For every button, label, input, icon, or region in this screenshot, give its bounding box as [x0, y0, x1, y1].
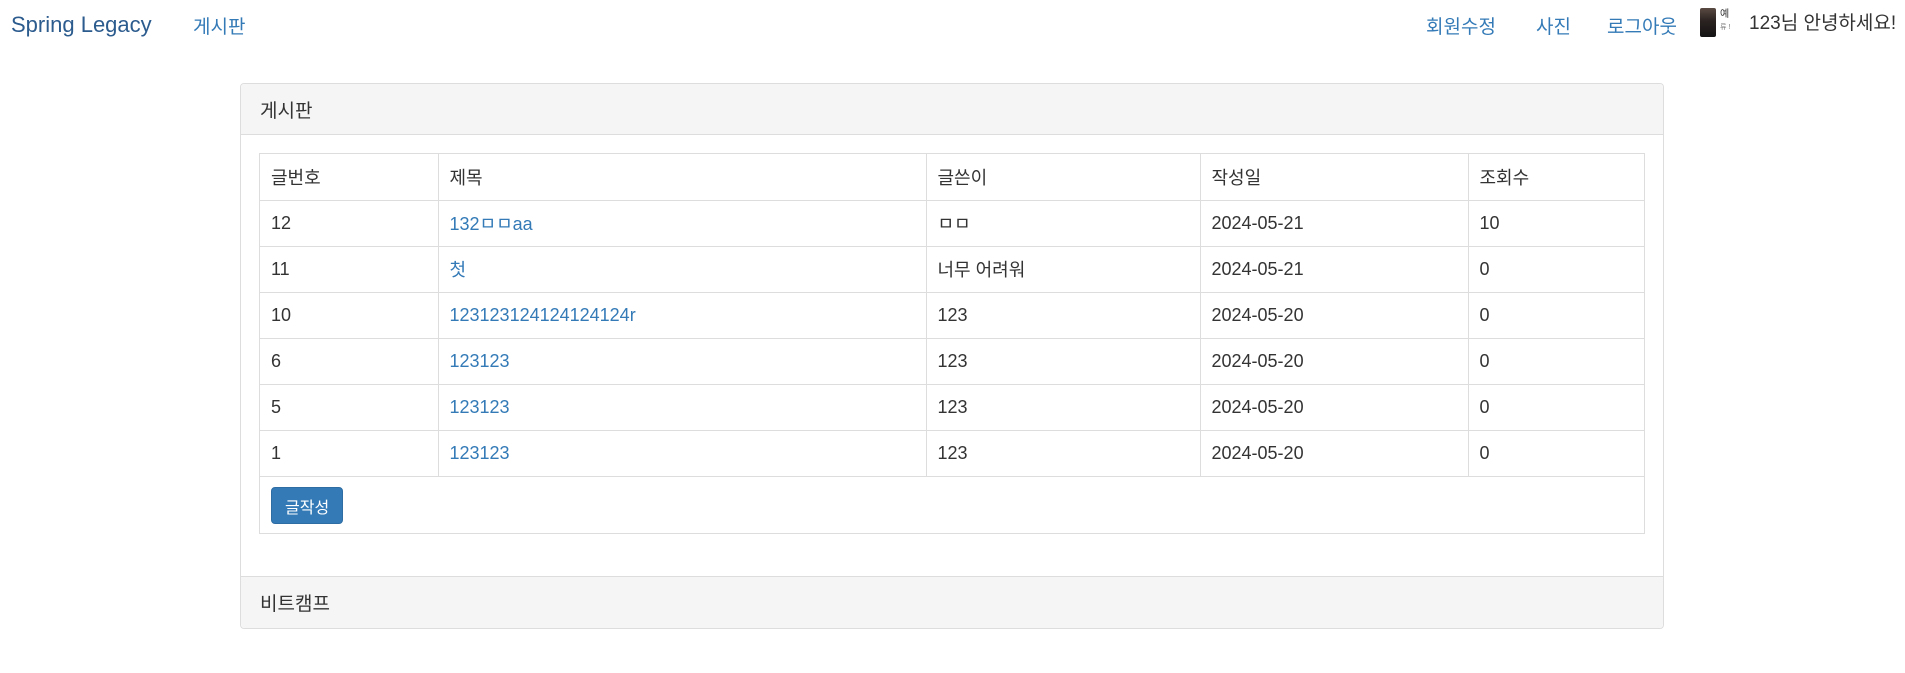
greeting-text: 123님 안녕하세요!: [1749, 13, 1897, 34]
cell-writer: 123: [926, 384, 1201, 431]
cell-title: 123123124124124124r: [438, 292, 927, 339]
avatar: [1700, 8, 1716, 37]
board-table: 글번호 제목 글쓴이 작성일 조회수 12 132ㅁㅁaa ㅁㅁ 2024-05…: [260, 154, 1644, 477]
post-title-link[interactable]: 123123: [450, 397, 510, 417]
post-title-link[interactable]: 123123124124124124r: [450, 305, 636, 325]
cell-views: 0: [1468, 384, 1644, 431]
cell-writer: ㅁㅁ: [926, 200, 1201, 247]
cell-num: 6: [260, 338, 439, 385]
cell-views: 0: [1468, 430, 1644, 477]
header-title: 제목: [438, 154, 927, 201]
nav-board-link[interactable]: 게시판: [193, 12, 245, 39]
cell-views: 0: [1468, 246, 1644, 293]
cell-date: 2024-05-20: [1200, 292, 1469, 339]
header-views: 조회수: [1468, 154, 1644, 201]
table-row: 10 123123124124124124r 123 2024-05-20 0: [260, 292, 1644, 339]
avatar-caption: 예 류 !: [1720, 8, 1730, 34]
post-title-link[interactable]: 123123: [450, 351, 510, 371]
cell-views: 0: [1468, 338, 1644, 385]
cell-date: 2024-05-21: [1200, 200, 1469, 247]
table-header-row: 글번호 제목 글쓴이 작성일 조회수: [260, 154, 1644, 201]
board-table-container: 글번호 제목 글쓴이 작성일 조회수 12 132ㅁㅁaa ㅁㅁ 2024-05…: [259, 153, 1645, 534]
nav-edit-member-link[interactable]: 회원수정: [1426, 12, 1496, 39]
cell-date: 2024-05-20: [1200, 430, 1469, 477]
write-post-button[interactable]: 글작성: [271, 487, 344, 524]
table-row: 5 123123 123 2024-05-20 0: [260, 384, 1644, 431]
table-row: 11 첫 너무 어려워 2024-05-21 0: [260, 246, 1644, 293]
cell-num: 5: [260, 384, 439, 431]
board-panel: 게시판 글번호 제목 글쓴이 작성일 조회수 12 132ㅁㅁaa ㅁㅁ 202…: [240, 83, 1664, 629]
header-writer: 글쓴이: [926, 154, 1201, 201]
cell-num: 11: [260, 246, 439, 293]
cell-title: 132ㅁㅁaa: [438, 200, 927, 247]
cell-date: 2024-05-20: [1200, 384, 1469, 431]
cell-num: 12: [260, 200, 439, 247]
nav-photo-link[interactable]: 사진: [1536, 12, 1571, 39]
panel-heading: 게시판: [241, 84, 1663, 135]
post-title-link[interactable]: 123123: [450, 443, 510, 463]
cell-writer: 123: [926, 292, 1201, 339]
table-row: 6 123123 123 2024-05-20 0: [260, 338, 1644, 385]
nav-logout-link[interactable]: 로그아웃: [1607, 12, 1677, 39]
cell-writer: 123: [926, 338, 1201, 385]
cell-writer: 123: [926, 430, 1201, 477]
cell-views: 10: [1468, 200, 1644, 247]
post-title-link[interactable]: 첫: [450, 260, 467, 280]
table-row: 12 132ㅁㅁaa ㅁㅁ 2024-05-21 10: [260, 200, 1644, 247]
cell-title: 123123: [438, 338, 927, 385]
cell-views: 0: [1468, 292, 1644, 339]
cell-title: 첫: [438, 246, 927, 293]
navbar: Spring Legacy 게시판 회원수정 사진 로그아웃 예 류 ! 123…: [0, 0, 1905, 50]
post-title-link[interactable]: 132ㅁㅁaa: [450, 214, 533, 234]
table-row: 1 123123 123 2024-05-20 0: [260, 430, 1644, 477]
avatar-caption-text: 예: [1720, 9, 1730, 20]
cell-title: 123123: [438, 384, 927, 431]
avatar-caption-subtext: 류 !: [1720, 24, 1731, 31]
header-date: 작성일: [1200, 154, 1469, 201]
brand-link[interactable]: Spring Legacy: [11, 12, 152, 38]
cell-date: 2024-05-20: [1200, 338, 1469, 385]
cell-date: 2024-05-21: [1200, 246, 1469, 293]
panel-footer: 비트캠프: [241, 576, 1663, 628]
cell-num: 1: [260, 430, 439, 477]
cell-num: 10: [260, 292, 439, 339]
header-num: 글번호: [260, 154, 439, 201]
cell-title: 123123: [438, 430, 927, 477]
cell-writer: 너무 어려워: [926, 246, 1201, 293]
